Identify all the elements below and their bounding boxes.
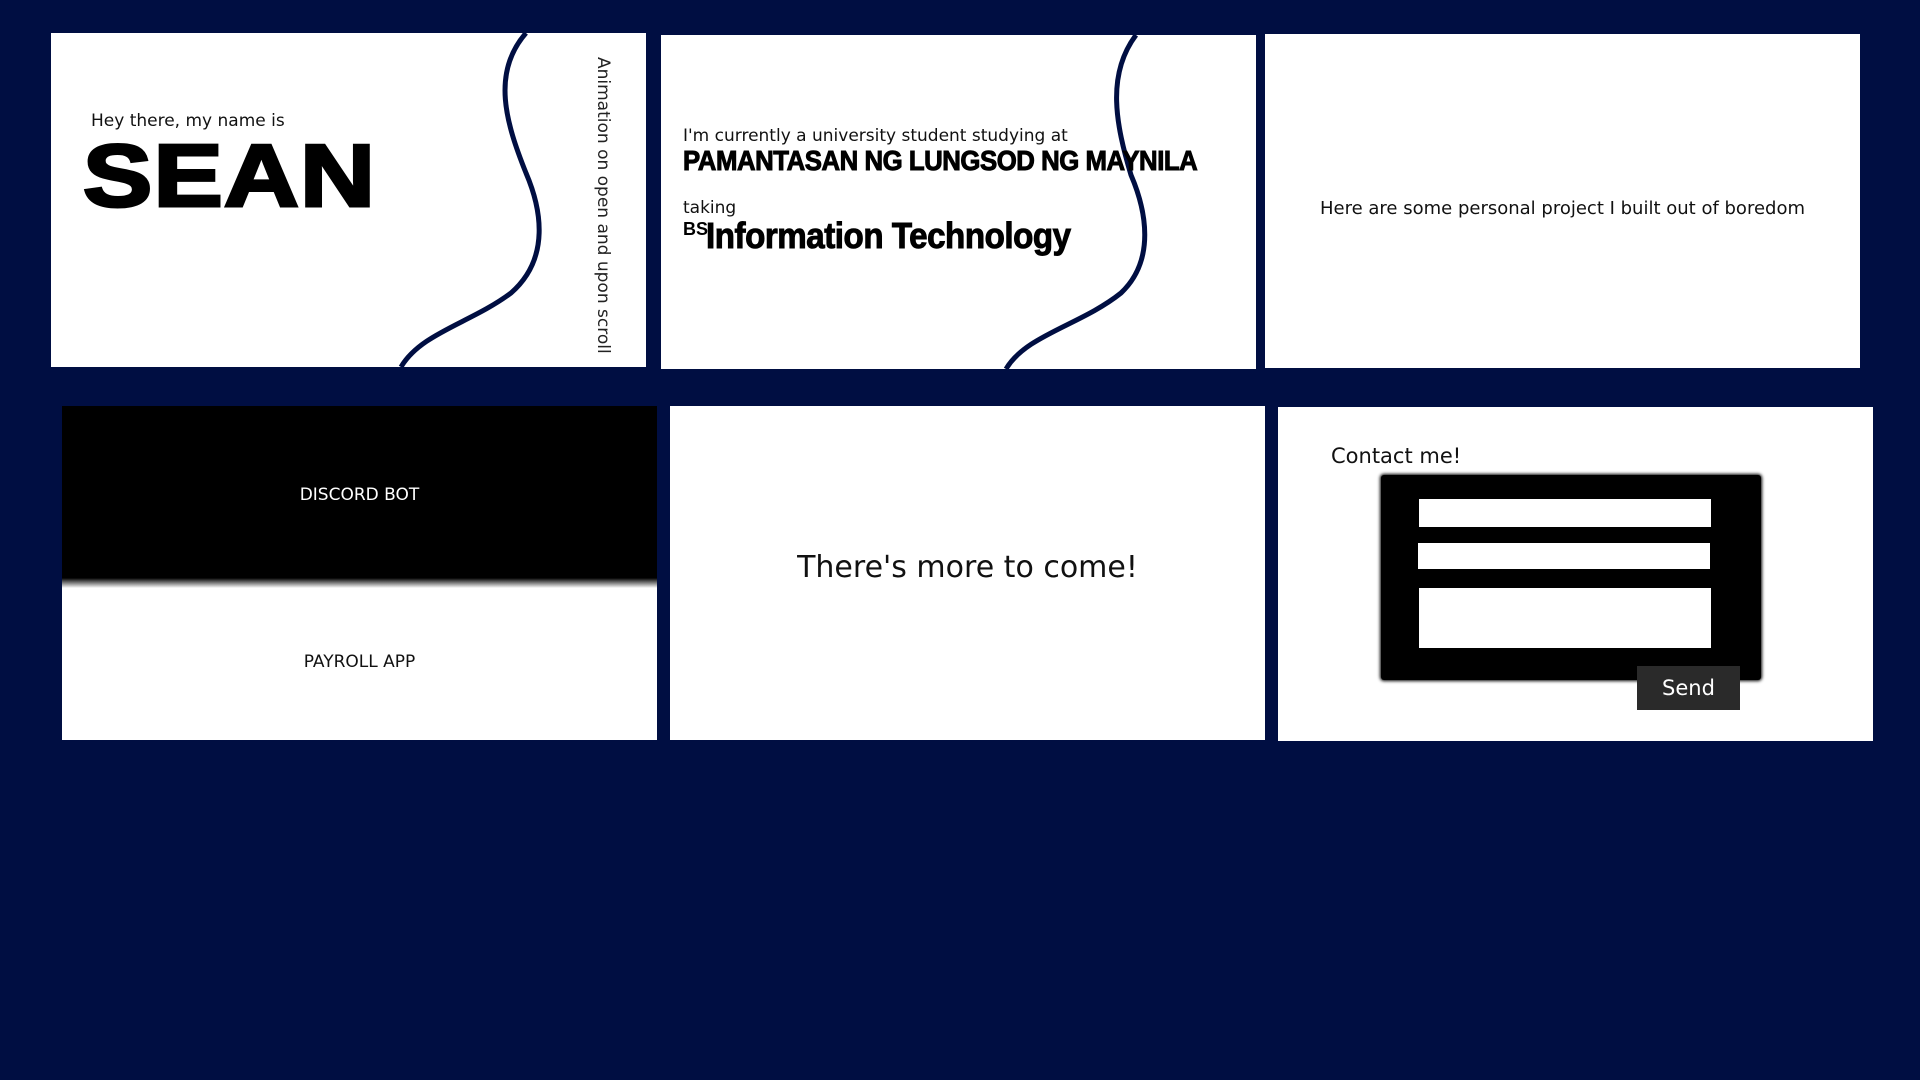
contact-title: Contact me! <box>1331 444 1462 468</box>
projects-intro-card: Here are some personal project I built o… <box>1265 34 1860 368</box>
divider <box>62 578 657 588</box>
more-text: There's more to come! <box>797 550 1138 585</box>
school-name: PAMANTASAN NG LUNGSOD NG MAYNILA <box>683 145 1199 177</box>
project-item-payroll-app[interactable]: PAYROLL APP <box>62 583 657 740</box>
more-card: There's more to come! <box>670 406 1265 740</box>
wave-divider <box>1003 35 1148 369</box>
projects-intro-text: Here are some personal project I built o… <box>1319 198 1805 219</box>
animation-note: Animation on open and upon scroll <box>593 57 613 354</box>
degree-prefix: BS <box>683 219 709 239</box>
message-field[interactable] <box>1419 588 1711 648</box>
study-intro-text: I'm currently a university student study… <box>683 126 1068 146</box>
project-list-card: DISCORD BOT PAYROLL APP <box>62 406 657 740</box>
contact-card: Contact me! Send <box>1278 407 1873 741</box>
study-card: I'm currently a university student study… <box>661 35 1256 369</box>
intro-card: Hey there, my name is SEAN Animation on … <box>51 33 646 367</box>
name-heading: SEAN <box>81 125 377 227</box>
send-button[interactable]: Send <box>1637 666 1740 710</box>
degree-name: Information Technology <box>706 215 1072 257</box>
project-label: PAYROLL APP <box>303 651 416 672</box>
name-field[interactable] <box>1419 499 1711 527</box>
email-field[interactable] <box>1418 543 1710 569</box>
contact-form <box>1381 475 1761 680</box>
project-item-discord-bot[interactable]: DISCORD BOT <box>62 406 657 583</box>
project-label: DISCORD BOT <box>299 484 420 505</box>
